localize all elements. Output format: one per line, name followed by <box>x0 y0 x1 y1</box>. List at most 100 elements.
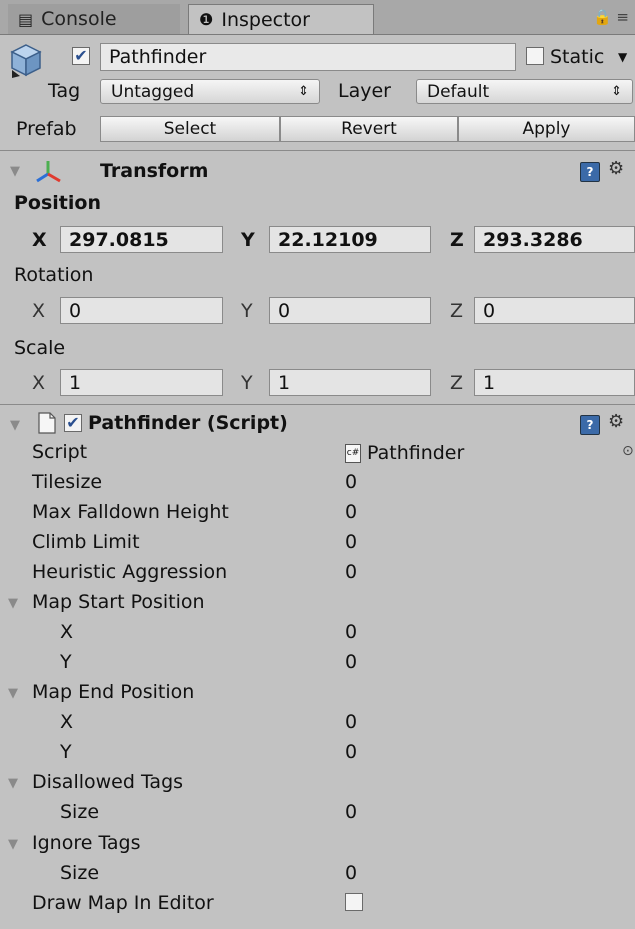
tab-inspector[interactable]: ❶ Inspector <box>188 4 374 34</box>
rotation-y-label: Y <box>241 300 253 322</box>
tilesize-label: Tilesize <box>32 471 103 493</box>
heuristic-label: Heuristic Aggression <box>32 561 228 583</box>
disallowed-size-value[interactable]: 0 <box>345 801 357 823</box>
scale-y-field[interactable]: 1 <box>269 369 431 396</box>
ignore-size-value[interactable]: 0 <box>345 862 357 884</box>
scale-z-value: 1 <box>483 371 496 394</box>
position-y-label: Y <box>241 229 255 251</box>
position-x-field[interactable]: 297.0815 <box>60 226 223 253</box>
rotation-y-field[interactable]: 0 <box>269 297 431 324</box>
rotation-x-field[interactable]: 0 <box>60 297 223 324</box>
disallowed-size-label: Size <box>60 801 100 823</box>
ignore-size-label: Size <box>60 862 100 884</box>
transform-title: Transform <box>100 160 209 182</box>
static-checkbox[interactable] <box>526 47 544 65</box>
transform-axes-icon <box>36 161 61 183</box>
script-object-field[interactable]: c# Pathfinder <box>345 442 464 464</box>
position-z-label: Z <box>450 229 464 251</box>
script-gear-icon[interactable]: ⚙ <box>608 411 624 432</box>
rotation-x-label: X <box>32 300 46 322</box>
heuristic-value[interactable]: 0 <box>345 561 357 583</box>
tag-label: Tag <box>48 80 81 102</box>
active-checkbox[interactable]: ✔ <box>72 47 90 65</box>
position-z-value: 293.3286 <box>483 228 583 251</box>
layer-dropdown[interactable]: Default ⇕ <box>416 79 633 104</box>
rotation-z-value: 0 <box>483 299 496 322</box>
rotation-y-value: 0 <box>278 299 291 322</box>
layer-value: Default <box>427 81 490 102</box>
map-end-y-label: Y <box>60 741 72 763</box>
static-label: Static <box>550 46 605 68</box>
max-falldown-label: Max Falldown Height <box>32 501 229 523</box>
transform-foldout-icon[interactable]: ▼ <box>10 164 20 179</box>
transform-help-icon[interactable]: ? <box>580 162 600 182</box>
map-end-x-label: X <box>60 711 74 733</box>
object-name-field[interactable]: Pathfinder <box>100 43 516 71</box>
console-icon: ▤ <box>18 9 34 29</box>
map-start-x-value[interactable]: 0 <box>345 621 357 643</box>
prefab-select-button[interactable]: Select <box>100 116 280 142</box>
rotation-z-label: Z <box>450 300 464 322</box>
scale-z-field[interactable]: 1 <box>474 369 635 396</box>
script-help-icon[interactable]: ? <box>580 415 600 435</box>
tag-dropdown[interactable]: Untagged ⇕ <box>100 79 320 104</box>
disallowed-tags-label: Disallowed Tags <box>32 771 184 793</box>
script-file-icon <box>38 412 56 434</box>
tag-value: Untagged <box>111 81 195 102</box>
divider <box>0 150 635 151</box>
map-start-label: Map Start Position <box>32 591 205 613</box>
map-end-foldout-icon[interactable]: ▼ <box>8 686 18 701</box>
position-z-field[interactable]: 293.3286 <box>474 226 635 253</box>
object-picker-icon[interactable]: ⊙ <box>622 443 634 459</box>
script-field-value: Pathfinder <box>367 442 465 464</box>
script-enabled-checkbox[interactable]: ✔ <box>64 414 82 432</box>
draw-map-label: Draw Map In Editor <box>32 892 214 914</box>
scale-z-label: Z <box>450 372 464 394</box>
position-y-field[interactable]: 22.12109 <box>269 226 431 253</box>
csharp-script-icon: c# <box>345 443 361 463</box>
scale-x-value: 1 <box>69 371 82 394</box>
map-end-x-value[interactable]: 0 <box>345 711 357 733</box>
prefab-label: Prefab <box>16 118 77 140</box>
climb-limit-value[interactable]: 0 <box>345 531 357 553</box>
layer-label: Layer <box>338 80 391 102</box>
info-icon: ❶ <box>199 10 214 29</box>
tab-console-label: Console <box>41 8 117 30</box>
rotation-z-field[interactable]: 0 <box>474 297 635 324</box>
gameobject-cube-icon <box>10 44 42 78</box>
prefab-revert-button[interactable]: Revert <box>280 116 458 142</box>
tilesize-value[interactable]: 0 <box>345 471 357 493</box>
rotation-x-value: 0 <box>69 299 82 322</box>
map-end-y-value[interactable]: 0 <box>345 741 357 763</box>
divider <box>0 404 635 405</box>
scale-y-label: Y <box>241 372 253 394</box>
layer-updown-icon: ⇕ <box>611 84 622 99</box>
tab-inspector-label: Inspector <box>221 8 310 31</box>
script-foldout-icon[interactable]: ▼ <box>10 418 20 433</box>
tag-updown-icon: ⇕ <box>298 84 309 99</box>
tab-console[interactable]: ▤ Console <box>8 4 180 34</box>
object-name-text: Pathfinder <box>109 46 207 68</box>
script-title: Pathfinder (Script) <box>88 412 288 434</box>
scale-x-label: X <box>32 372 46 394</box>
draw-map-checkbox[interactable] <box>345 893 363 911</box>
map-start-y-label: Y <box>60 651 72 673</box>
script-field-label: Script <box>32 441 88 463</box>
position-label: Position <box>14 192 101 214</box>
position-x-value: 297.0815 <box>69 228 169 251</box>
ignore-foldout-icon[interactable]: ▼ <box>8 837 18 852</box>
lock-icon[interactable]: 🔒 ≡ <box>593 8 629 26</box>
position-x-label: X <box>32 229 47 251</box>
rotation-label: Rotation <box>14 264 94 286</box>
ignore-tags-label: Ignore Tags <box>32 832 141 854</box>
map-start-y-value[interactable]: 0 <box>345 651 357 673</box>
prefab-apply-button[interactable]: Apply <box>458 116 635 142</box>
transform-gear-icon[interactable]: ⚙ <box>608 158 624 179</box>
disallowed-foldout-icon[interactable]: ▼ <box>8 776 18 791</box>
static-dropdown-arrow-icon[interactable]: ▼ <box>618 50 627 64</box>
scale-x-field[interactable]: 1 <box>60 369 223 396</box>
climb-limit-label: Climb Limit <box>32 531 140 553</box>
map-start-x-label: X <box>60 621 74 643</box>
max-falldown-value[interactable]: 0 <box>345 501 357 523</box>
map-start-foldout-icon[interactable]: ▼ <box>8 596 18 611</box>
